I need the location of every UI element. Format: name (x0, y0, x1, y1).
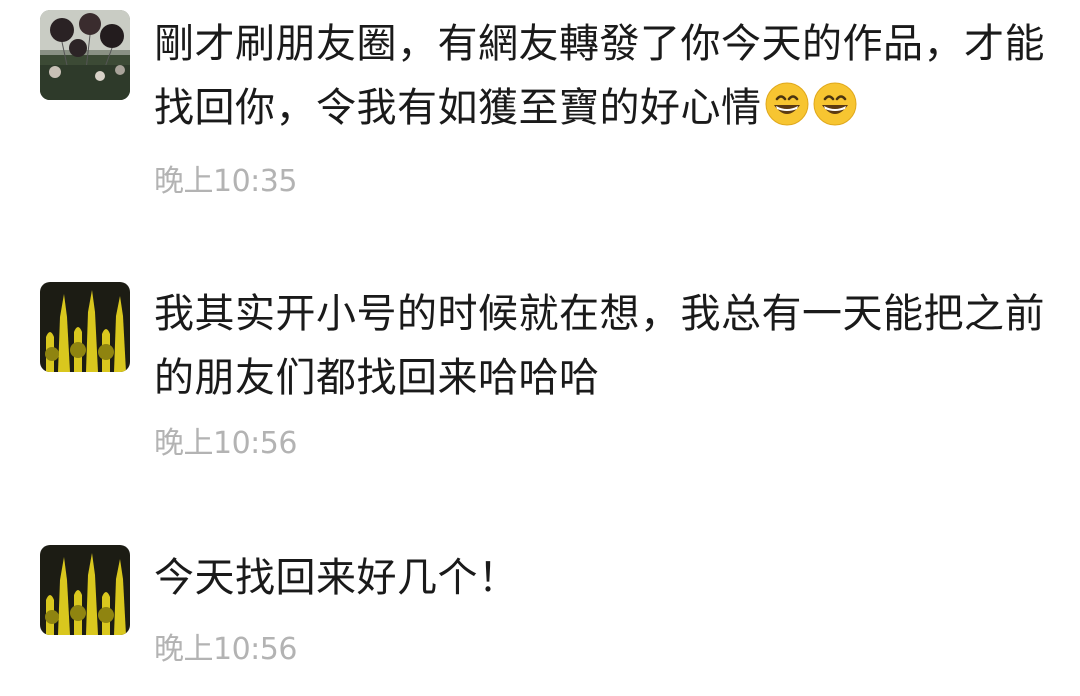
balloons-crowd-avatar-icon (40, 10, 130, 100)
avatar[interactable] (40, 282, 130, 372)
yellow-figures-avatar-icon (40, 282, 130, 372)
avatar[interactable] (40, 10, 130, 100)
yellow-figures-avatar-icon (40, 545, 130, 635)
timestamp: 晚上10:56 (154, 426, 297, 461)
grinning-face-emoji-icon (813, 82, 856, 126)
comment-feed: 剛才刷朋友圈，有網友轉發了你今天的作品，才能找回你，令我有如獲至寶的好心情 晚上… (0, 0, 1080, 696)
comment-text: 我其实开小号的时候就在想，我总有一天能把之前的朋友们都找回来哈哈哈 (154, 291, 1045, 401)
comment-text-content: 剛才刷朋友圈，有網友轉發了你今天的作品，才能找回你，令我有如獲至寶的好心情 (154, 21, 1045, 131)
avatar[interactable] (40, 545, 130, 635)
grinning-face-emoji-icon (765, 82, 808, 126)
timestamp: 晚上10:56 (154, 632, 297, 667)
timestamp: 晚上10:35 (154, 164, 297, 199)
comment-text: 剛才刷朋友圈，有網友轉發了你今天的作品，才能找回你，令我有如獲至寶的好心情 (154, 12, 1054, 140)
comment-text: 今天找回来好几个！ (154, 555, 519, 601)
